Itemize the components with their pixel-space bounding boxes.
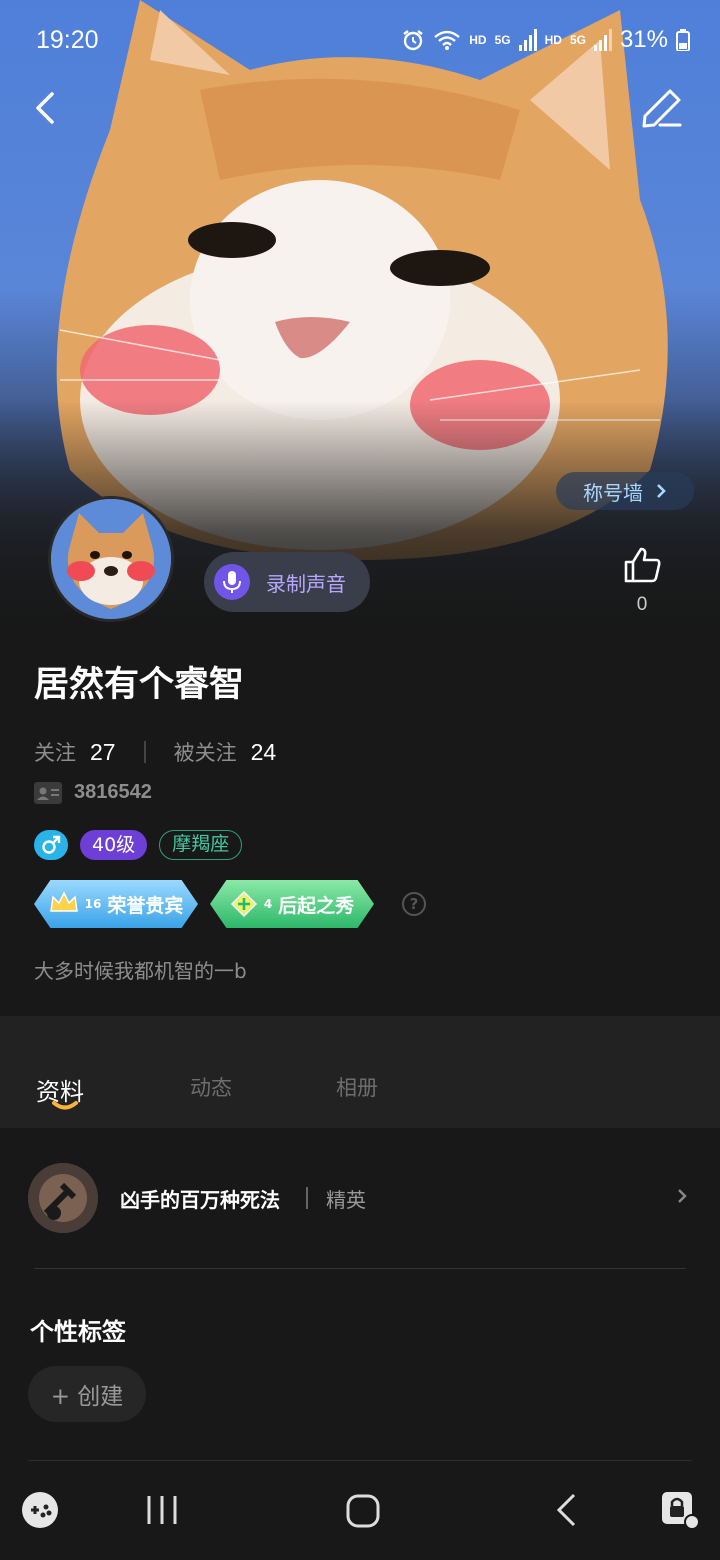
signal-icon <box>518 29 537 51</box>
tab-album[interactable]: 相册 <box>336 1072 378 1102</box>
chevron-right-icon <box>678 1189 687 1203</box>
signal-icon <box>593 29 612 51</box>
chevron-right-icon <box>657 484 666 498</box>
help-icon[interactable]: ? <box>402 892 426 916</box>
zodiac-badge: 摩羯座 <box>159 830 243 860</box>
follow-stats: 关注 27 被关注 24 <box>34 737 276 767</box>
touch-lock-icon[interactable] <box>660 1490 700 1530</box>
crown-icon <box>49 891 78 912</box>
nav-back-icon[interactable] <box>554 1492 578 1528</box>
edit-pencil-icon[interactable] <box>640 86 684 130</box>
like-button[interactable]: 0 <box>620 546 664 616</box>
id-card-icon <box>34 781 62 804</box>
followers-label[interactable]: 被关注 <box>174 737 237 767</box>
tab-activity[interactable]: 动态 <box>190 1072 232 1102</box>
gem-icon <box>230 890 257 918</box>
active-tab-indicator <box>52 1101 78 1110</box>
user-id-row: 3816542 <box>34 781 152 804</box>
medal-row: 16 荣誉贵宾 4 后起之秀 ? <box>34 880 426 928</box>
medal-honor-vip[interactable]: 16 荣誉贵宾 <box>34 880 198 928</box>
record-voice-label: 录制声音 <box>266 571 346 596</box>
game-name: 凶手的百万种死法 <box>120 1187 280 1212</box>
create-tag-button[interactable]: + 创建 <box>28 1366 146 1422</box>
game-record-row[interactable]: 凶手的百万种死法 精英 <box>28 1162 692 1234</box>
title-wall-label: 称号墙 <box>583 480 643 505</box>
battery-icon <box>676 29 690 51</box>
system-nav-bar <box>0 1462 720 1560</box>
wifi-icon <box>434 30 461 50</box>
divider <box>306 1187 308 1209</box>
user-id: 3816542 <box>74 781 152 803</box>
status-time: 19:20 <box>36 26 99 54</box>
section-divider <box>28 1460 692 1461</box>
home-icon[interactable] <box>346 1494 380 1528</box>
medal-rising-star[interactable]: 4 后起之秀 <box>210 880 374 928</box>
net-label-2: 5G <box>569 33 586 47</box>
following-label[interactable]: 关注 <box>34 737 76 767</box>
level-badge: 40级 <box>80 830 148 860</box>
avatar[interactable] <box>48 496 174 622</box>
medal-number: 4 <box>263 897 273 911</box>
battery-percent: 31% <box>619 26 668 53</box>
following-count[interactable]: 27 <box>90 739 116 766</box>
thumbs-up-icon <box>624 547 661 583</box>
male-gender-icon <box>34 830 68 860</box>
avatar-dog-image <box>51 499 171 619</box>
microphone-icon <box>214 564 250 600</box>
back-arrow-icon[interactable] <box>28 88 68 128</box>
username: 居然有个睿智 <box>34 665 245 705</box>
title-wall-button[interactable]: 称号墙 <box>556 472 694 510</box>
tags-section-title: 个性标签 <box>30 1318 126 1346</box>
status-bar: 19:20 HD 5G HD 5G 31% <box>0 0 720 84</box>
medal-number: 16 <box>84 897 102 911</box>
alarm-icon <box>403 30 423 51</box>
net-label-1: 5G <box>494 33 511 47</box>
status-icons: HD 5G HD 5G 31% <box>401 26 690 54</box>
followers-count[interactable]: 24 <box>251 739 277 766</box>
record-voice-button[interactable]: 录制声音 <box>204 552 370 612</box>
hd-label-1: HD <box>469 33 487 47</box>
profile-tabs: 资料 动态 相册 <box>0 1016 720 1128</box>
medal-label: 荣誉贵宾 <box>107 894 184 917</box>
game-rank: 精英 <box>326 1187 366 1212</box>
game-icon <box>28 1163 98 1233</box>
medal-label: 后起之秀 <box>278 894 355 917</box>
recent-apps-icon[interactable] <box>146 1494 178 1526</box>
bio: 大多时候我都机智的一b <box>34 959 247 983</box>
divider <box>143 741 146 763</box>
badge-row: 40级 摩羯座 <box>34 830 243 860</box>
hd-label-2: HD <box>544 33 562 47</box>
like-count: 0 <box>636 594 648 615</box>
section-divider <box>34 1268 686 1269</box>
game-controller-icon[interactable] <box>20 1490 60 1530</box>
